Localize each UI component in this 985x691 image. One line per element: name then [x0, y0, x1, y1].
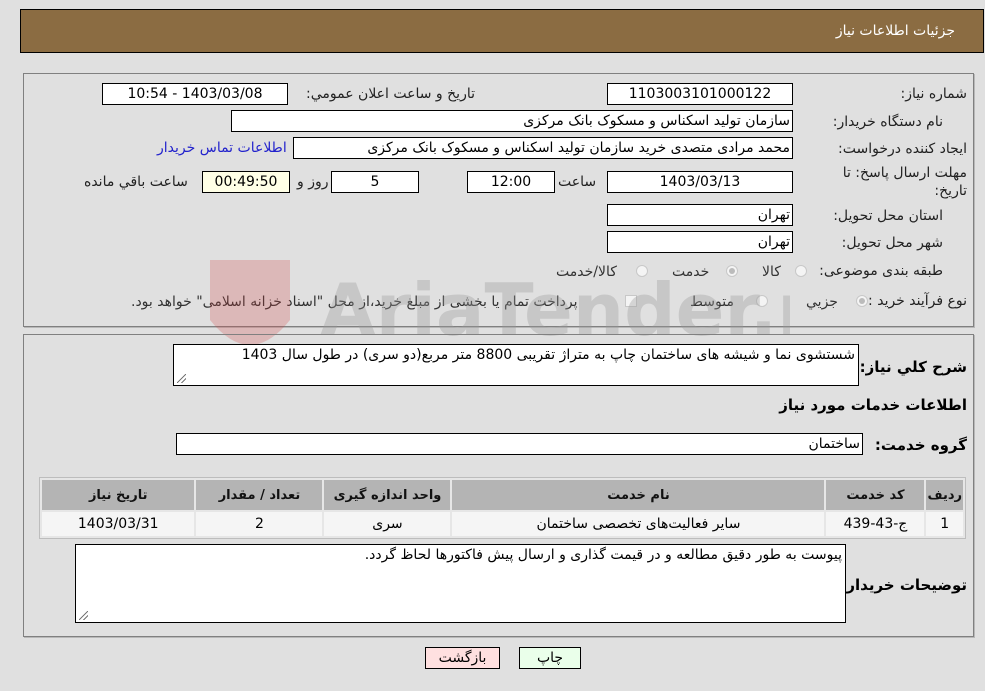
need-number-field[interactable]: 1103003101000122	[607, 83, 793, 105]
buyer-notes-textarea[interactable]: پیوست به طور دقیق مطالعه و در قیمت گذاری…	[75, 544, 846, 623]
resize-grip-icon[interactable]	[79, 611, 88, 620]
cell-service-code: ج-43-439	[826, 512, 925, 536]
services-table: رديف کد خدمت نام خدمت واحد اندازه گیری ت…	[39, 477, 966, 539]
announce-label: تاریخ و ساعت اعلان عمومي:	[306, 86, 475, 102]
deadline-time-label: ساعت	[558, 174, 597, 190]
service-group-field[interactable]: ساختمان	[176, 433, 863, 455]
deadline-label-line2: تاریخ:	[934, 183, 967, 199]
days-label: روز و	[297, 174, 329, 190]
deadline-time-field[interactable]: 12:00	[467, 171, 555, 193]
category-label: طبقه بندی موضوعی:	[819, 263, 943, 279]
deadline-label-line1: مهلت ارسال پاسخ: تا	[842, 165, 967, 181]
category-option-goods-service: کالا/خدمت	[556, 264, 617, 280]
table-row: 1 ج-43-439 سایر فعالیت‌های تخصصی ساختمان…	[42, 512, 963, 536]
city-field[interactable]: تهران	[607, 231, 793, 253]
province-label: استان محل تحویل:	[833, 208, 943, 224]
buyer-org-label: نام دستگاه خریدار:	[832, 114, 943, 130]
col-quantity: تعداد / مقدار	[196, 480, 323, 510]
summary-textarea[interactable]: شستشوی نما و شیشه های ساختمان چاپ به متر…	[173, 344, 859, 386]
province-field[interactable]: تهران	[607, 204, 793, 226]
need-number-label: شماره نیاز:	[900, 86, 968, 102]
category-radio-service[interactable]	[726, 265, 738, 277]
process-radio-minor[interactable]	[856, 295, 868, 307]
process-option-medium: متوسط	[690, 294, 734, 310]
category-option-goods: کالا	[762, 264, 781, 280]
creator-field[interactable]: محمد مرادی متصدی خرید سازمان تولید اسکنا…	[293, 137, 793, 159]
cell-need-date: 1403/03/31	[42, 512, 195, 536]
process-radio-medium[interactable]	[756, 295, 768, 307]
time-remaining-field: 00:49:50	[202, 171, 290, 193]
city-label: شهر محل تحویل:	[841, 235, 943, 251]
cell-quantity: 2	[196, 512, 323, 536]
treasury-checkbox[interactable]	[625, 295, 637, 307]
treasury-note: پرداخت تمام يا بخشی از مبلغ خرید،از محل …	[131, 294, 578, 310]
announce-datetime-field[interactable]: 1403/03/08 - 10:54	[102, 83, 288, 105]
page-title: جزئیات اطلاعات نیاز	[835, 23, 955, 39]
time-remaining-label: ساعت باقي مانده	[84, 174, 188, 190]
buyer-org-field[interactable]: سازمان تولید اسکناس و مسکوک بانک مرکزی	[231, 110, 793, 132]
deadline-date-field[interactable]: 1403/03/13	[607, 171, 793, 193]
buyer-notes-label: توضيحات خريدار:	[840, 576, 967, 594]
cell-row-number: 1	[926, 512, 963, 536]
category-radio-goods[interactable]	[795, 265, 807, 277]
back-button[interactable]: بازگشت	[425, 647, 500, 669]
days-remaining-field[interactable]: 5	[331, 171, 419, 193]
cell-unit: سری	[324, 512, 451, 536]
summary-text: شستشوی نما و شیشه های ساختمان چاپ به متر…	[241, 347, 855, 363]
print-button[interactable]: چاپ	[519, 647, 581, 669]
category-option-service: خدمت	[672, 264, 710, 280]
category-radio-goods-service[interactable]	[636, 265, 648, 277]
process-label: نوع فرآیند خرید :	[868, 293, 967, 309]
col-service-name: نام خدمت	[452, 480, 825, 510]
summary-label: شرح کلي نياز:	[859, 358, 967, 376]
resize-grip-icon[interactable]	[177, 374, 186, 383]
col-unit: واحد اندازه گیری	[324, 480, 451, 510]
page-header: جزئیات اطلاعات نیاز	[20, 9, 984, 53]
col-row-number: رديف	[926, 480, 963, 510]
col-service-code: کد خدمت	[826, 480, 925, 510]
col-need-date: تاريخ نياز	[42, 480, 195, 510]
buyer-contact-link[interactable]: اطلاعات تماس خریدار	[157, 140, 287, 156]
service-group-label: گروه خدمت:	[874, 436, 967, 454]
table-header-row: رديف کد خدمت نام خدمت واحد اندازه گیری ت…	[42, 480, 963, 510]
buyer-notes-text: پیوست به طور دقیق مطالعه و در قیمت گذاری…	[364, 547, 842, 563]
cell-service-name: سایر فعالیت‌های تخصصی ساختمان	[452, 512, 825, 536]
services-section-title: اطلاعات خدمات مورد نياز	[779, 396, 967, 414]
creator-label: ایجاد کننده درخواست:	[838, 141, 967, 157]
process-option-minor: جزيي	[806, 294, 838, 310]
